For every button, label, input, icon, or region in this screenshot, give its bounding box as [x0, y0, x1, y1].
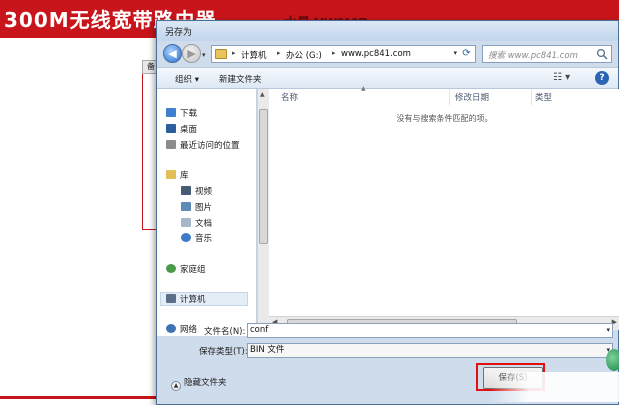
nav-item-homegroup[interactable]: 家庭组 — [166, 263, 206, 277]
refresh-icon[interactable]: ⟳ — [459, 47, 474, 61]
watermark-overlay — [490, 372, 619, 402]
help-icon[interactable]: ? — [595, 71, 609, 85]
nav-item-pictures[interactable]: 图片 — [181, 201, 212, 215]
nav-item-network[interactable]: 网络 — [166, 323, 197, 337]
scroll-up-icon[interactable]: ▲ — [260, 91, 265, 98]
save-as-dialog: 另存为 ◀ ▶ ▾ ▸ 计算机 ▸ 办公 (G:) ▸ www.pc841.co… — [156, 20, 619, 405]
nav-item-label: 最近访问的位置 — [180, 141, 240, 151]
address-bar[interactable]: ▸ 计算机 ▸ 办公 (G:) ▸ www.pc841.com ▾ ⟳ — [211, 45, 476, 63]
empty-message: 没有与搜索条件匹配的项。 — [396, 114, 493, 123]
view-icon[interactable]: ☷ ▾ — [553, 72, 570, 83]
dialog-footer: ▲隐藏文件夹 保存(S) — [157, 359, 619, 405]
breadcrumb-drive[interactable]: 办公 (G:) — [286, 49, 322, 61]
nav-item-computer[interactable]: 计算机 — [160, 292, 248, 306]
filetype-label: 保存类型(T): — [199, 347, 248, 357]
video-icon — [181, 186, 191, 195]
nav-item-desktop[interactable]: 桌面 — [166, 123, 197, 137]
filename-label: 文件名(N): — [204, 327, 246, 337]
column-divider[interactable] — [531, 89, 532, 105]
column-header-name[interactable]: 名称 — [281, 91, 298, 103]
nav-item-label: 桌面 — [180, 125, 198, 135]
breadcrumb-computer[interactable]: 计算机 — [241, 49, 267, 61]
hide-folders-label: 隐藏文件夹 — [184, 378, 227, 388]
chevron-down-icon[interactable]: ▾ — [606, 324, 610, 337]
nav-item-label: 库 — [180, 171, 189, 181]
nav-item-label: 网络 — [180, 325, 198, 335]
nav-item-recent[interactable]: 最近访问的位置 — [166, 139, 240, 153]
nav-item-documents[interactable]: 文档 — [181, 217, 212, 231]
nav-item-label: 计算机 — [180, 295, 206, 305]
nav-item-label: 家庭组 — [180, 265, 206, 275]
download-icon — [166, 108, 176, 117]
column-divider[interactable] — [449, 89, 450, 105]
new-folder-button[interactable]: 新建文件夹 — [219, 73, 262, 85]
organize-menu[interactable]: 组织 ▾ — [175, 73, 199, 85]
hide-folders-toggle[interactable]: ▲ 隐藏文件夹 — [171, 376, 227, 391]
filename-value: conf — [250, 325, 269, 335]
nav-item-label: 音乐 — [195, 234, 213, 244]
breadcrumb-folder[interactable]: www.pc841.com — [341, 49, 411, 59]
watermark-badge — [606, 349, 619, 371]
back-button[interactable]: ◀ — [163, 44, 182, 63]
chevron-right-icon: ▸ — [277, 49, 281, 57]
nav-item-label: 图片 — [195, 203, 213, 213]
document-icon — [181, 218, 191, 227]
music-icon — [181, 233, 191, 242]
column-header-modified[interactable]: 修改日期 — [455, 91, 489, 103]
dialog-title-bar[interactable]: 另存为 — [157, 21, 618, 41]
network-icon — [166, 324, 176, 333]
desktop-icon — [166, 124, 176, 133]
folder-icon — [215, 49, 227, 59]
search-icon — [596, 48, 608, 60]
command-toolbar: 组织 ▾ 新建文件夹 ☷ ▾ ? — [157, 67, 618, 89]
nav-item-music[interactable]: 音乐 — [181, 232, 212, 246]
collapse-icon: ▲ — [171, 381, 181, 391]
library-icon — [166, 170, 176, 179]
nav-item-downloads[interactable]: 下载 — [166, 107, 197, 121]
nav-item-videos[interactable]: 视频 — [181, 185, 212, 199]
address-dropdown-icon[interactable]: ▾ — [453, 49, 457, 57]
picture-icon — [181, 202, 191, 211]
dialog-title: 另存为 — [165, 28, 193, 38]
file-list[interactable]: ▲ 名称 修改日期 类型 没有与搜索条件匹配的项。 — [269, 85, 619, 316]
filetype-value: BIN 文件 — [250, 345, 285, 355]
scrollbar-thumb[interactable] — [259, 109, 268, 244]
search-placeholder: 搜索 www.pc841.com — [488, 51, 578, 61]
filetype-select[interactable]: BIN 文件 ▾ — [247, 343, 613, 358]
column-header-type[interactable]: 类型 — [535, 91, 552, 103]
navigation-pane: 下载 桌面 最近访问的位置 库 视频 图片 文档 音乐 家庭组 计算机 网络 — [157, 89, 257, 336]
homegroup-icon — [166, 264, 176, 273]
chevron-right-icon: ▸ — [232, 49, 236, 57]
filename-field[interactable]: conf ▾ — [247, 323, 613, 338]
forward-button[interactable]: ▶ — [182, 44, 201, 63]
forward-arrow-icon: ▶ — [187, 47, 196, 60]
sort-arrow-icon: ▲ — [361, 85, 366, 92]
nav-item-label: 视频 — [195, 187, 213, 197]
computer-icon — [166, 294, 176, 303]
chevron-right-icon: ▸ — [332, 49, 336, 57]
search-input[interactable]: 搜索 www.pc841.com — [482, 45, 612, 63]
nav-pane-scrollbar[interactable]: ▲ ▼ — [257, 89, 269, 336]
history-dropdown[interactable]: ▾ — [202, 51, 210, 59]
back-arrow-icon: ◀ — [168, 47, 177, 60]
nav-item-label: 下载 — [180, 109, 198, 119]
nav-item-libraries[interactable]: 库 — [166, 169, 189, 183]
recent-icon — [166, 140, 176, 149]
navigation-bar: ◀ ▶ ▾ ▸ 计算机 ▸ 办公 (G:) ▸ www.pc841.com ▾ … — [157, 41, 618, 67]
nav-item-label: 文档 — [195, 219, 213, 229]
